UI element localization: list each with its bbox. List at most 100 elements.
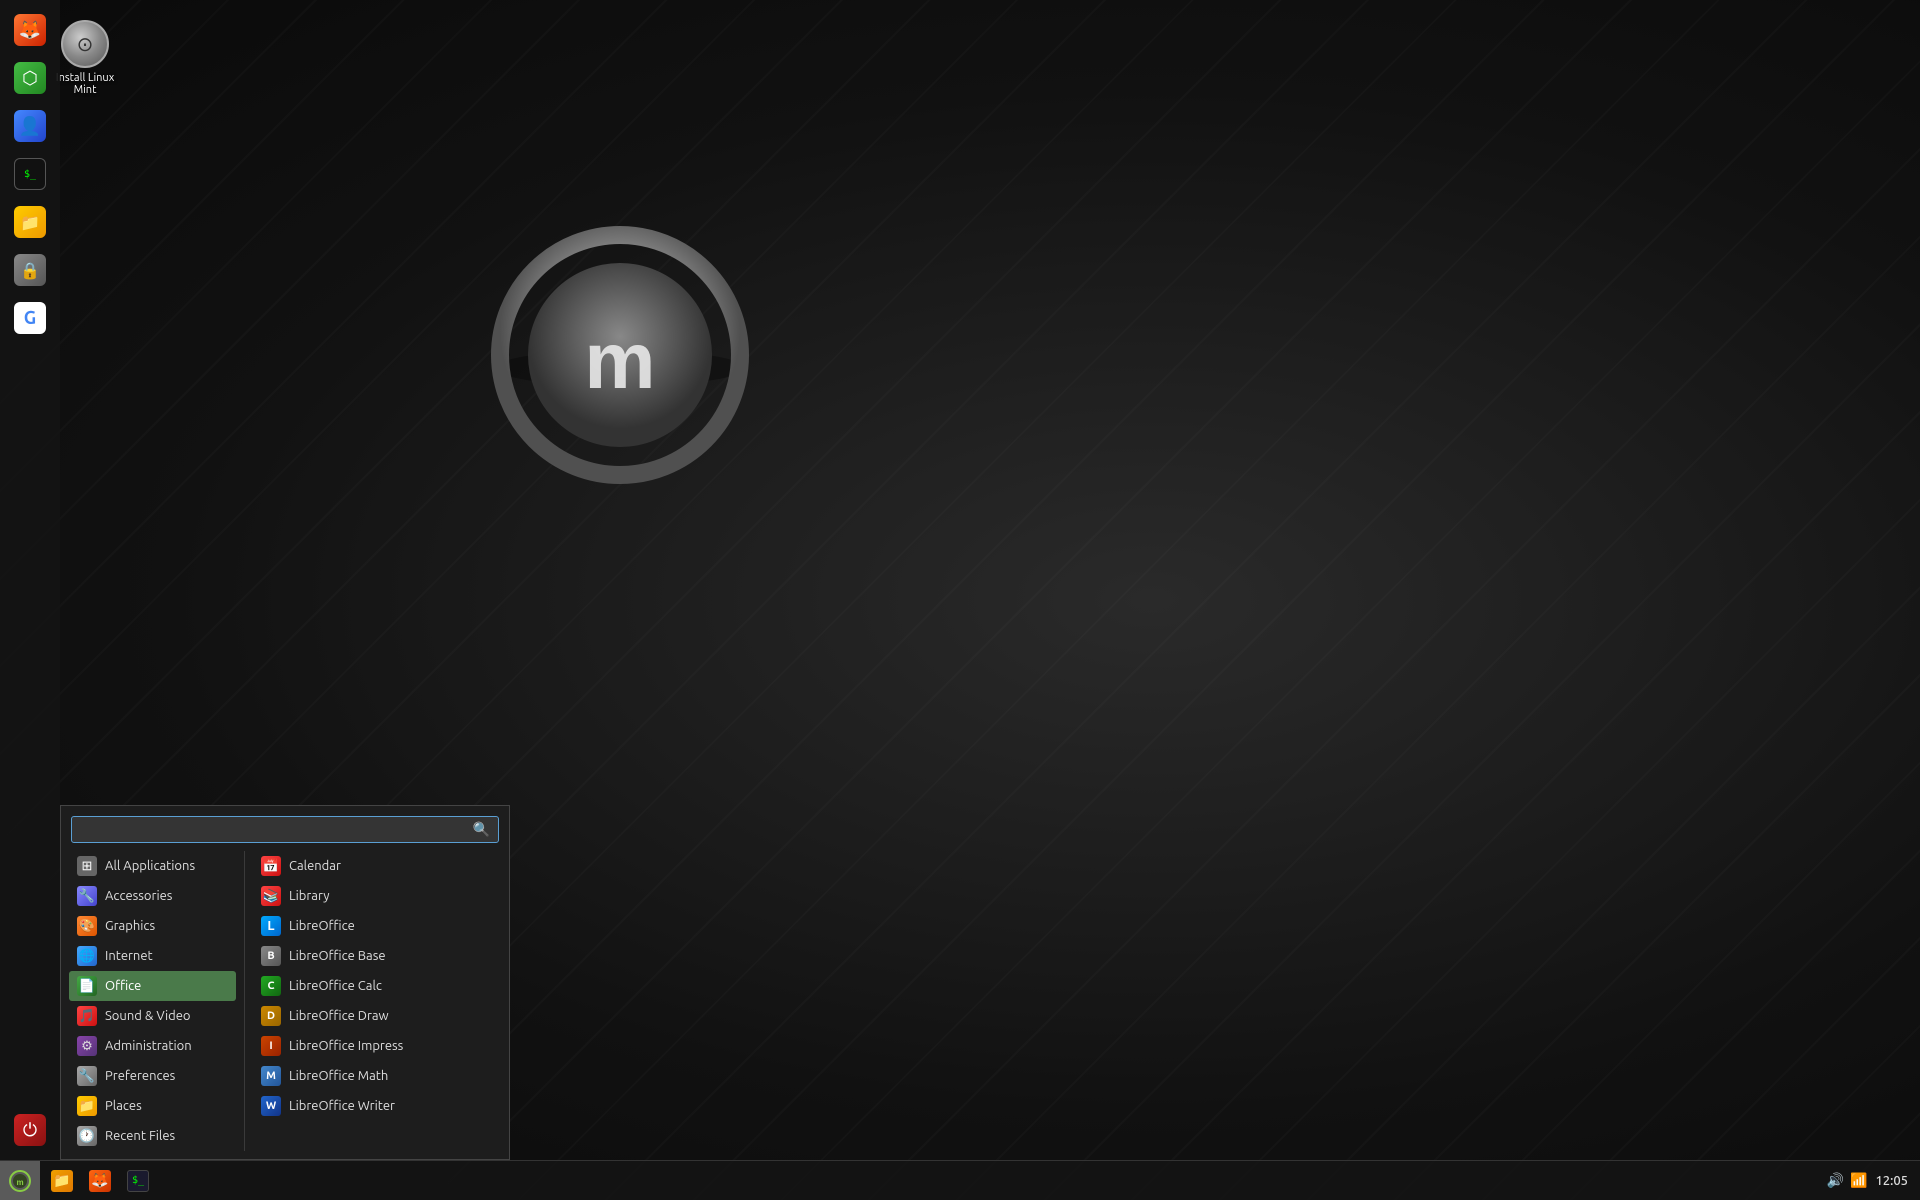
dock-icon-account[interactable]: 👤	[8, 104, 52, 148]
menu-item-administration[interactable]: ⚙ Administration	[69, 1031, 236, 1061]
menu-item-office[interactable]: 📄 Office	[69, 971, 236, 1001]
menu-item-calendar[interactable]: 📅 Calendar	[253, 851, 501, 881]
menu-item-libreoffice[interactable]: L LibreOffice	[253, 911, 501, 941]
preferences-label: Preferences	[105, 1069, 175, 1083]
account-icon: 👤	[14, 110, 46, 142]
menu-item-lo-math[interactable]: M LibreOffice Math	[253, 1061, 501, 1091]
svg-text:m: m	[584, 316, 655, 405]
recent-files-label: Recent Files	[105, 1129, 175, 1143]
volume-tray-icon[interactable]: 📶	[1850, 1172, 1867, 1189]
menu-item-library[interactable]: 📚 Library	[253, 881, 501, 911]
menu-item-preferences[interactable]: 🔧 Preferences	[69, 1061, 236, 1091]
menu-item-accessories[interactable]: 🔧 Accessories	[69, 881, 236, 911]
lo-base-label: LibreOffice Base	[289, 949, 386, 963]
lo-draw-label: LibreOffice Draw	[289, 1009, 389, 1023]
google-icon: G	[14, 302, 46, 334]
lo-writer-icon: W	[261, 1096, 281, 1116]
all-applications-label: All Applications	[105, 859, 195, 873]
places-label: Places	[105, 1099, 142, 1113]
install-icon-image	[61, 20, 109, 68]
taskbar-firefox-button[interactable]: 🦊	[82, 1163, 118, 1199]
left-dock: 🦊 ⬡ 👤 $_ 📁 🔒 G ⏻	[0, 0, 60, 1160]
preferences-icon: 🔧	[77, 1066, 97, 1086]
lo-math-label: LibreOffice Math	[289, 1069, 388, 1083]
lo-impress-label: LibreOffice Impress	[289, 1039, 403, 1053]
menu-item-recent-files[interactable]: 🕐 Recent Files	[69, 1121, 236, 1151]
menu-item-graphics[interactable]: 🎨 Graphics	[69, 911, 236, 941]
dock-icon-files[interactable]: 📁	[8, 200, 52, 244]
administration-label: Administration	[105, 1039, 192, 1053]
menu-item-sound-video[interactable]: 🎵 Sound & Video	[69, 1001, 236, 1031]
taskbar: m 📁 🦊 $_ 🔊 📶 12:05	[0, 1160, 1920, 1200]
library-label: Library	[289, 889, 329, 903]
menu-item-lo-impress[interactable]: I LibreOffice Impress	[253, 1031, 501, 1061]
taskbar-terminal-button[interactable]: $_	[120, 1163, 156, 1199]
menu-columns: ⊞ All Applications 🔧 Accessories 🎨 Graph…	[61, 851, 509, 1151]
system-tray: 🔊 📶	[1827, 1172, 1868, 1189]
start-button[interactable]: m	[0, 1161, 40, 1200]
lo-writer-label: LibreOffice Writer	[289, 1099, 395, 1113]
menu-item-lo-base[interactable]: B LibreOffice Base	[253, 941, 501, 971]
search-input-wrap: 🔍	[71, 816, 499, 843]
dock-icon-firefox[interactable]: 🦊	[8, 8, 52, 52]
menu-left-column: ⊞ All Applications 🔧 Accessories 🎨 Graph…	[69, 851, 244, 1151]
lo-calc-label: LibreOffice Calc	[289, 979, 382, 993]
recent-files-icon: 🕐	[77, 1126, 97, 1146]
dock-icon-mint-tools[interactable]: ⬡	[8, 56, 52, 100]
accessories-icon: 🔧	[77, 886, 97, 906]
graphics-label: Graphics	[105, 919, 155, 933]
menu-right-column: 📅 Calendar 📚 Library L LibreOffice B Lib…	[244, 851, 501, 1151]
start-menu-icon: m	[8, 1169, 32, 1193]
menu-item-places[interactable]: 📁 Places	[69, 1091, 236, 1121]
administration-icon: ⚙	[77, 1036, 97, 1056]
desktop: m Install Linux Mint 🦊 ⬡ 👤 $_ 📁 🔒 G ⏻	[0, 0, 1920, 1200]
places-icon: 📁	[77, 1096, 97, 1116]
taskbar-firefox-icon: 🦊	[89, 1170, 111, 1192]
svg-text:m: m	[16, 1178, 23, 1187]
taskbar-files-icon: 📁	[51, 1170, 73, 1192]
lo-draw-icon: D	[261, 1006, 281, 1026]
mint-tools-icon: ⬡	[14, 62, 46, 94]
office-label: Office	[105, 979, 141, 993]
libreoffice-icon: L	[261, 916, 281, 936]
internet-label: Internet	[105, 949, 153, 963]
taskbar-terminal-icon: $_	[127, 1170, 149, 1192]
calendar-icon: 📅	[261, 856, 281, 876]
graphics-icon: 🎨	[77, 916, 97, 936]
calendar-label: Calendar	[289, 859, 341, 873]
taskbar-apps: 📁 🦊 $_	[40, 1163, 1815, 1199]
taskbar-files-button[interactable]: 📁	[44, 1163, 80, 1199]
menu-item-lo-calc[interactable]: C LibreOffice Calc	[253, 971, 501, 1001]
lo-calc-icon: C	[261, 976, 281, 996]
terminal-icon: $_	[14, 158, 46, 190]
menu-item-lo-writer[interactable]: W LibreOffice Writer	[253, 1091, 501, 1121]
dock-icon-google[interactable]: G	[8, 296, 52, 340]
sound-video-label: Sound & Video	[105, 1009, 191, 1023]
dock-icon-power[interactable]: ⏻	[8, 1108, 52, 1152]
menu-item-internet[interactable]: 🌐 Internet	[69, 941, 236, 971]
search-button[interactable]: 🔍	[473, 821, 490, 838]
desktop-logo: m	[480, 220, 760, 500]
power-icon: ⏻	[14, 1114, 46, 1146]
clock: 12:05	[1875, 1174, 1908, 1188]
app-menu: 🔍 ⊞ All Applications 🔧 Accessories 🎨 Gra…	[60, 805, 510, 1160]
lo-impress-icon: I	[261, 1036, 281, 1056]
search-bar: 🔍	[61, 806, 509, 851]
network-tray-icon[interactable]: 🔊	[1827, 1172, 1844, 1189]
search-input[interactable]	[80, 822, 473, 837]
files-icon: 📁	[14, 206, 46, 238]
libreoffice-label: LibreOffice	[289, 919, 355, 933]
menu-item-lo-draw[interactable]: D LibreOffice Draw	[253, 1001, 501, 1031]
accessories-label: Accessories	[105, 889, 172, 903]
all-applications-icon: ⊞	[77, 856, 97, 876]
office-icon: 📄	[77, 976, 97, 996]
dock-icon-terminal[interactable]: $_	[8, 152, 52, 196]
lo-math-icon: M	[261, 1066, 281, 1086]
sound-video-icon: 🎵	[77, 1006, 97, 1026]
internet-icon: 🌐	[77, 946, 97, 966]
lock-icon: 🔒	[14, 254, 46, 286]
lo-base-icon: B	[261, 946, 281, 966]
menu-item-all-applications[interactable]: ⊞ All Applications	[69, 851, 236, 881]
library-icon: 📚	[261, 886, 281, 906]
dock-icon-lock[interactable]: 🔒	[8, 248, 52, 292]
